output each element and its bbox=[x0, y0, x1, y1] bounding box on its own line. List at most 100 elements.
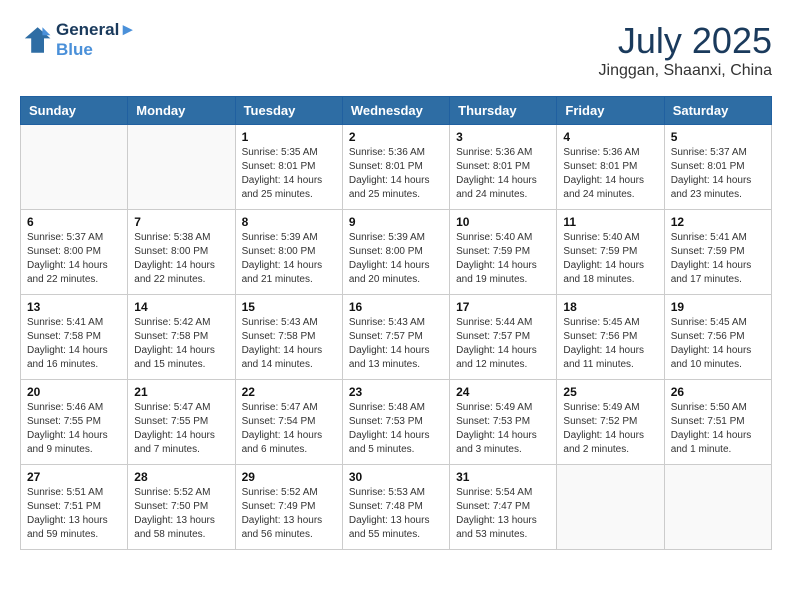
day-info: Sunrise: 5:41 AMSunset: 7:59 PMDaylight:… bbox=[671, 231, 765, 287]
header-friday: Friday bbox=[557, 97, 664, 125]
day-info: Sunrise: 5:53 AMSunset: 7:48 PMDaylight:… bbox=[349, 486, 443, 542]
day-info: Sunrise: 5:45 AMSunset: 7:56 PMDaylight:… bbox=[563, 316, 657, 372]
calendar-cell: 23Sunrise: 5:48 AMSunset: 7:53 PMDayligh… bbox=[342, 380, 449, 465]
day-number: 3 bbox=[456, 130, 550, 144]
calendar-header-row: SundayMondayTuesdayWednesdayThursdayFrid… bbox=[21, 97, 772, 125]
calendar-cell: 9 Sunrise: 5:39 AMSunset: 8:00 PMDaylight… bbox=[342, 210, 449, 295]
calendar-cell: 10 Sunrise: 5:40 AMSunset: 7:59 PMDayligh… bbox=[450, 210, 557, 295]
calendar-cell: 1 Sunrise: 5:35 AMSunset: 8:01 PMDaylight… bbox=[235, 125, 342, 210]
day-number: 1 bbox=[242, 130, 336, 144]
week-row-1: 6 Sunrise: 5:37 AMSunset: 8:00 PMDaylight… bbox=[21, 210, 772, 295]
calendar-cell: 8 Sunrise: 5:39 AMSunset: 8:00 PMDaylight… bbox=[235, 210, 342, 295]
calendar-cell: 3 Sunrise: 5:36 AMSunset: 8:01 PMDaylight… bbox=[450, 125, 557, 210]
day-number: 29 bbox=[242, 470, 336, 484]
week-row-0: 1 Sunrise: 5:35 AMSunset: 8:01 PMDaylight… bbox=[21, 125, 772, 210]
day-number: 15 bbox=[242, 300, 336, 314]
day-info: Sunrise: 5:43 AMSunset: 7:57 PMDaylight:… bbox=[349, 316, 443, 372]
day-info: Sunrise: 5:49 AMSunset: 7:53 PMDaylight:… bbox=[456, 401, 550, 457]
day-info: Sunrise: 5:38 AMSunset: 8:00 PMDaylight:… bbox=[134, 231, 228, 287]
day-info: Sunrise: 5:37 AMSunset: 8:00 PMDaylight:… bbox=[27, 231, 121, 287]
day-number: 13 bbox=[27, 300, 121, 314]
day-info: Sunrise: 5:47 AMSunset: 7:55 PMDaylight:… bbox=[134, 401, 228, 457]
calendar-cell: 19 Sunrise: 5:45 AMSunset: 7:56 PMDayligh… bbox=[664, 295, 771, 380]
title-block: July 2025 Jinggan, Shaanxi, China bbox=[599, 20, 772, 80]
day-number: 10 bbox=[456, 215, 550, 229]
header-wednesday: Wednesday bbox=[342, 97, 449, 125]
calendar-cell: 11 Sunrise: 5:40 AMSunset: 7:59 PMDayligh… bbox=[557, 210, 664, 295]
day-info: Sunrise: 5:39 AMSunset: 8:00 PMDaylight:… bbox=[349, 231, 443, 287]
calendar-cell: 17 Sunrise: 5:44 AMSunset: 7:57 PMDayligh… bbox=[450, 295, 557, 380]
day-info: Sunrise: 5:40 AMSunset: 7:59 PMDaylight:… bbox=[563, 231, 657, 287]
day-info: Sunrise: 5:35 AMSunset: 8:01 PMDaylight:… bbox=[242, 146, 336, 202]
calendar-cell: 4Sunrise: 5:36 AMSunset: 8:01 PMDaylight… bbox=[557, 125, 664, 210]
day-info: Sunrise: 5:39 AMSunset: 8:00 PMDaylight:… bbox=[242, 231, 336, 287]
calendar-cell: 30 Sunrise: 5:53 AMSunset: 7:48 PMDayligh… bbox=[342, 465, 449, 550]
header-saturday: Saturday bbox=[664, 97, 771, 125]
day-number: 16 bbox=[349, 300, 443, 314]
calendar-cell: 20Sunrise: 5:46 AMSunset: 7:55 PMDayligh… bbox=[21, 380, 128, 465]
calendar-cell: 26Sunrise: 5:50 AMSunset: 7:51 PMDayligh… bbox=[664, 380, 771, 465]
day-number: 23 bbox=[349, 385, 443, 399]
day-number: 8 bbox=[242, 215, 336, 229]
logo-icon bbox=[20, 24, 52, 56]
month-year-title: July 2025 bbox=[599, 20, 772, 62]
day-number: 18 bbox=[563, 300, 657, 314]
calendar-cell: 5Sunrise: 5:37 AMSunset: 8:01 PMDaylight… bbox=[664, 125, 771, 210]
logo: General► Blue bbox=[20, 20, 136, 60]
logo-text: General► Blue bbox=[56, 20, 136, 60]
day-number: 11 bbox=[563, 215, 657, 229]
day-info: Sunrise: 5:44 AMSunset: 7:57 PMDaylight:… bbox=[456, 316, 550, 372]
week-row-3: 20Sunrise: 5:46 AMSunset: 7:55 PMDayligh… bbox=[21, 380, 772, 465]
calendar-cell: 2Sunrise: 5:36 AMSunset: 8:01 PMDaylight… bbox=[342, 125, 449, 210]
calendar-cell: 7 Sunrise: 5:38 AMSunset: 8:00 PMDaylight… bbox=[128, 210, 235, 295]
day-number: 30 bbox=[349, 470, 443, 484]
calendar-cell: 14 Sunrise: 5:42 AMSunset: 7:58 PMDayligh… bbox=[128, 295, 235, 380]
day-info: Sunrise: 5:40 AMSunset: 7:59 PMDaylight:… bbox=[456, 231, 550, 287]
day-number: 9 bbox=[349, 215, 443, 229]
header-sunday: Sunday bbox=[21, 97, 128, 125]
day-info: Sunrise: 5:41 AMSunset: 7:58 PMDaylight:… bbox=[27, 316, 121, 372]
page-header: General► Blue July 2025 Jinggan, Shaanxi… bbox=[20, 20, 772, 80]
day-number: 25 bbox=[563, 385, 657, 399]
calendar-cell: 29 Sunrise: 5:52 AMSunset: 7:49 PMDayligh… bbox=[235, 465, 342, 550]
day-number: 28 bbox=[134, 470, 228, 484]
day-info: Sunrise: 5:36 AMSunset: 8:01 PMDaylight:… bbox=[456, 146, 550, 202]
calendar-cell: 16 Sunrise: 5:43 AMSunset: 7:57 PMDayligh… bbox=[342, 295, 449, 380]
day-number: 19 bbox=[671, 300, 765, 314]
day-info: Sunrise: 5:36 AMSunset: 8:01 PMDaylight:… bbox=[349, 146, 443, 202]
day-info: Sunrise: 5:52 AMSunset: 7:49 PMDaylight:… bbox=[242, 486, 336, 542]
calendar-table: SundayMondayTuesdayWednesdayThursdayFrid… bbox=[20, 96, 772, 550]
week-row-2: 13 Sunrise: 5:41 AMSunset: 7:58 PMDayligh… bbox=[21, 295, 772, 380]
calendar-cell: 18 Sunrise: 5:45 AMSunset: 7:56 PMDayligh… bbox=[557, 295, 664, 380]
day-number: 7 bbox=[134, 215, 228, 229]
calendar-cell: 13 Sunrise: 5:41 AMSunset: 7:58 PMDayligh… bbox=[21, 295, 128, 380]
header-tuesday: Tuesday bbox=[235, 97, 342, 125]
day-info: Sunrise: 5:42 AMSunset: 7:58 PMDaylight:… bbox=[134, 316, 228, 372]
calendar-cell: 27Sunrise: 5:51 AMSunset: 7:51 PMDayligh… bbox=[21, 465, 128, 550]
calendar-cell bbox=[664, 465, 771, 550]
calendar-cell: 12 Sunrise: 5:41 AMSunset: 7:59 PMDayligh… bbox=[664, 210, 771, 295]
day-number: 17 bbox=[456, 300, 550, 314]
day-number: 14 bbox=[134, 300, 228, 314]
day-info: Sunrise: 5:50 AMSunset: 7:51 PMDaylight:… bbox=[671, 401, 765, 457]
header-thursday: Thursday bbox=[450, 97, 557, 125]
location-subtitle: Jinggan, Shaanxi, China bbox=[599, 62, 772, 80]
calendar-cell: 22Sunrise: 5:47 AMSunset: 7:54 PMDayligh… bbox=[235, 380, 342, 465]
day-info: Sunrise: 5:37 AMSunset: 8:01 PMDaylight:… bbox=[671, 146, 765, 202]
calendar-cell: 21 Sunrise: 5:47 AMSunset: 7:55 PMDayligh… bbox=[128, 380, 235, 465]
calendar-cell: 25Sunrise: 5:49 AMSunset: 7:52 PMDayligh… bbox=[557, 380, 664, 465]
day-info: Sunrise: 5:45 AMSunset: 7:56 PMDaylight:… bbox=[671, 316, 765, 372]
day-number: 27 bbox=[27, 470, 121, 484]
day-number: 4 bbox=[563, 130, 657, 144]
day-number: 12 bbox=[671, 215, 765, 229]
day-number: 20 bbox=[27, 385, 121, 399]
calendar-cell: 28Sunrise: 5:52 AMSunset: 7:50 PMDayligh… bbox=[128, 465, 235, 550]
day-info: Sunrise: 5:43 AMSunset: 7:58 PMDaylight:… bbox=[242, 316, 336, 372]
day-info: Sunrise: 5:47 AMSunset: 7:54 PMDaylight:… bbox=[242, 401, 336, 457]
day-number: 21 bbox=[134, 385, 228, 399]
day-number: 6 bbox=[27, 215, 121, 229]
header-monday: Monday bbox=[128, 97, 235, 125]
week-row-4: 27Sunrise: 5:51 AMSunset: 7:51 PMDayligh… bbox=[21, 465, 772, 550]
day-number: 24 bbox=[456, 385, 550, 399]
day-info: Sunrise: 5:54 AMSunset: 7:47 PMDaylight:… bbox=[456, 486, 550, 542]
